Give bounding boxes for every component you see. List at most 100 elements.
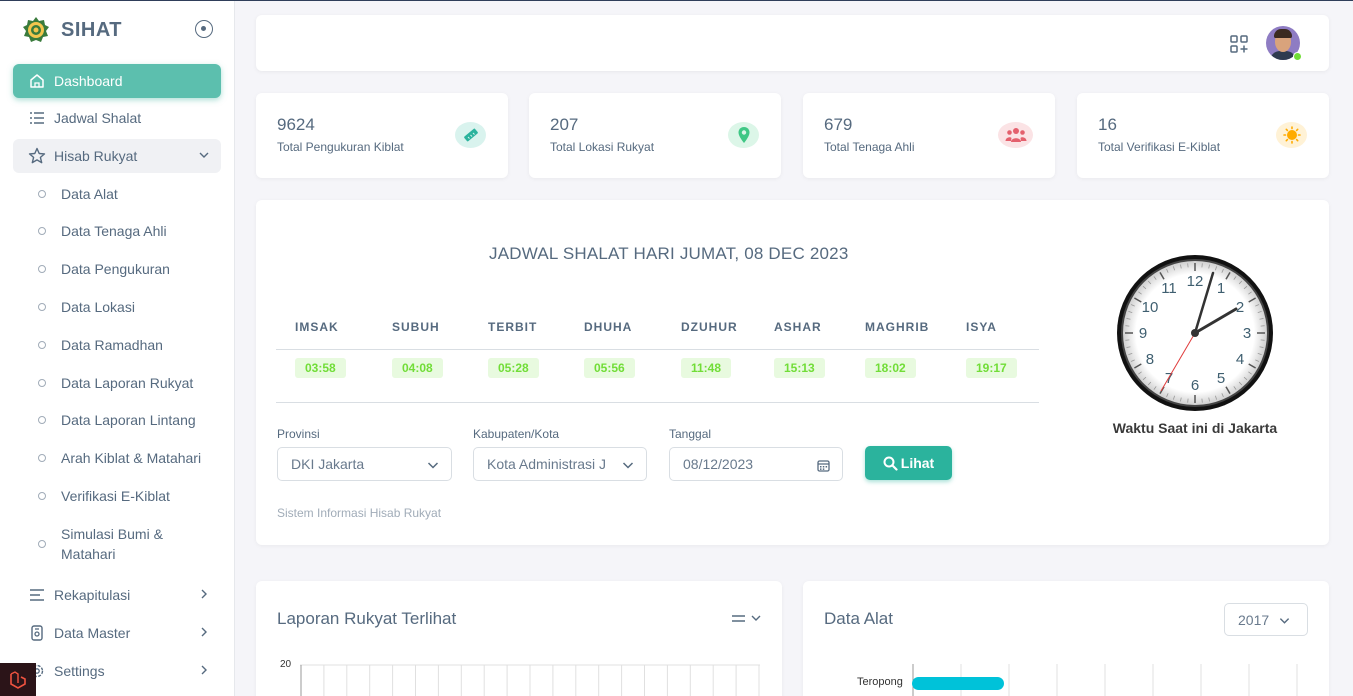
sidebar-item-dashboard[interactable]: Dashboard: [13, 64, 221, 98]
prayer-name: SUBUH: [392, 320, 440, 334]
search-icon: [883, 456, 898, 471]
stat-value: 9624: [277, 115, 315, 134]
bullet-icon: [38, 416, 46, 424]
prayer-time-badge: 11:48: [681, 358, 732, 378]
map-pin-icon: [728, 122, 759, 148]
data-alat-card: Data Alat 2017 Teropong: [803, 581, 1329, 696]
sidebar-subitem-data-alat[interactable]: Data Alat: [13, 184, 221, 204]
lihat-button[interactable]: Lihat: [865, 446, 952, 480]
jadwal-shalat-card: JADWAL SHALAT HARI JUMAT, 08 DEC 2023 IM…: [256, 200, 1329, 545]
stat-value: 16: [1098, 115, 1117, 134]
logo-icon: [23, 17, 49, 42]
sun-icon: [1276, 122, 1307, 148]
sidebar-subitem-data-lokasi[interactable]: Data Lokasi: [13, 297, 221, 317]
chevron-right-icon: [201, 665, 207, 675]
sidebar-item-label: Rekapitulasi: [54, 587, 131, 603]
top-border: [0, 0, 1353, 1]
bullet-icon: [38, 540, 46, 548]
home-icon: [28, 72, 46, 90]
kota-select[interactable]: Kota Administrasi Jakarta: [473, 447, 647, 481]
sidebar-item-label: Data Master: [54, 625, 131, 641]
bar-teropong: [912, 677, 1004, 690]
clock-number: 4: [1236, 351, 1244, 368]
prayer-time-badge: 03:58: [295, 358, 346, 378]
prayer-name: DHUHA: [584, 320, 633, 334]
bullet-icon: [38, 303, 46, 311]
laporan-rukyat-card: Laporan Rukyat Terlihat 20: [256, 581, 782, 696]
apps-add-icon[interactable]: [1230, 35, 1248, 53]
bullet-icon: [38, 492, 46, 500]
provinsi-select[interactable]: DKI Jakarta: [277, 447, 452, 481]
calendar-icon[interactable]: [817, 459, 830, 472]
bullet-icon: [38, 227, 46, 235]
top-navbar: [256, 15, 1329, 71]
clock-number: 3: [1243, 325, 1251, 342]
tanggal-input[interactable]: 08/12/2023: [669, 447, 843, 481]
prayer-name: ASHAR: [774, 320, 822, 334]
prayer-name: ISYA: [966, 320, 997, 334]
kota-label: Kabupaten/Kota: [473, 427, 560, 441]
chevron-down-icon: [622, 462, 634, 469]
prayer-time-badge: 05:28: [488, 358, 539, 378]
chevron-down-icon: [427, 462, 439, 469]
stat-value: 207: [550, 115, 579, 134]
table-divider: [276, 349, 1039, 350]
prayer-name: IMSAK: [295, 320, 339, 334]
bar-category-label: Teropong: [857, 676, 903, 688]
stat-label: Total Verifikasi E-Kiblat: [1098, 140, 1221, 154]
menu-icon: [28, 586, 46, 604]
chevron-right-icon: [201, 627, 207, 637]
sidebar-item-hisab-rukyat[interactable]: Hisab Rukyat: [13, 139, 221, 173]
sidebar-item-rekapitulasi[interactable]: Rekapitulasi: [13, 578, 221, 612]
stat-label: Total Lokasi Rukyat: [550, 140, 655, 154]
sidebar-subitem-data-tenaga-ahli[interactable]: Data Tenaga Ahli: [13, 221, 221, 241]
sidebar-subitem-simulasi-bumi[interactable]: Simulasi Bumi & Matahari: [13, 524, 173, 564]
jadwal-title: JADWAL SHALAT HARI JUMAT, 08 DEC 2023: [489, 244, 849, 263]
clock-number: 1: [1217, 280, 1225, 297]
sidebar-item-label: Dashboard: [54, 73, 123, 89]
analog-clock: 12 1234567891011: [1117, 255, 1273, 411]
y-axis-tick: 20: [280, 659, 292, 670]
chevron-down-icon: [1279, 618, 1290, 624]
stat-card-lokasi: 207 Total Lokasi Rukyat: [529, 93, 781, 178]
stat-label: Total Tenaga Ahli: [824, 140, 915, 154]
sidebar-item-label: Jadwal Shalat: [54, 110, 142, 126]
sidebar-subitem-data-pengukuran[interactable]: Data Pengukuran: [13, 259, 221, 279]
debugbar-icon[interactable]: [0, 663, 36, 696]
stat-card-verifikasi: 16 Total Verifikasi E-Kiblat: [1077, 93, 1329, 178]
chevron-right-icon: [201, 589, 207, 599]
list-icon: [28, 109, 46, 127]
sidebar-subitem-data-laporan-lintang[interactable]: Data Laporan Lintang: [13, 410, 221, 430]
sidebar-toggle-icon[interactable]: [195, 20, 213, 38]
sidebar-item-label: Hisab Rukyat: [54, 148, 138, 164]
sidebar-subitem-verifikasi-ekiblat[interactable]: Verifikasi E-Kiblat: [13, 486, 221, 506]
tanggal-label: Tanggal: [669, 427, 712, 441]
prayer-time-badge: 15:13: [774, 358, 825, 378]
sidebar-subitem-data-laporan-rukyat[interactable]: Data Laporan Rukyat: [13, 373, 221, 393]
provinsi-label: Provinsi: [277, 427, 320, 441]
options-menu-icon[interactable]: [731, 613, 763, 625]
chart-grid: [300, 664, 760, 696]
sidebar-subitem-data-ramadhan[interactable]: Data Ramadhan: [13, 335, 221, 355]
database-icon: [28, 624, 46, 642]
prayer-time-badge: 18:02: [865, 358, 916, 378]
sidebar-item-data-master[interactable]: Data Master: [13, 616, 221, 650]
prayer-name: DZUHUR: [681, 320, 738, 334]
chevron-down-icon: [199, 152, 209, 158]
sidebar-item-jadwal-shalat[interactable]: Jadwal Shalat: [13, 101, 221, 135]
footer-text: Sistem Informasi Hisab Rukyat: [277, 506, 442, 520]
bullet-icon: [38, 190, 46, 198]
sidebar-subitem-arah-kiblat[interactable]: Arah Kiblat & Matahari: [13, 448, 221, 468]
sidebar-item-label: Settings: [54, 663, 105, 679]
clock-number: 12: [1187, 273, 1204, 290]
prayer-name: TERBIT: [488, 320, 538, 334]
prayer-name: MAGHRIB: [865, 320, 930, 334]
clock-caption: Waktu Saat ini di Jakarta: [1112, 420, 1278, 436]
clock-number: 2: [1236, 299, 1244, 316]
year-select[interactable]: 2017: [1224, 603, 1308, 636]
sidebar-item-settings[interactable]: Settings: [13, 654, 221, 688]
stat-label: Total Pengukuran Kiblat: [277, 140, 404, 154]
brand[interactable]: SIHAT: [22, 16, 122, 44]
clock-number: 11: [1161, 280, 1177, 297]
bullet-icon: [38, 454, 46, 462]
